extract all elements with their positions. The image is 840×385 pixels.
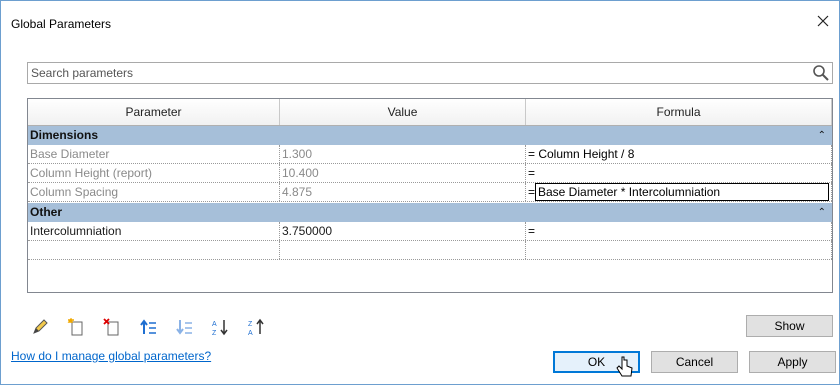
parameter-formula[interactable]: = Column Height / 8 [526,145,832,163]
edit-parameter-button[interactable] [29,317,51,337]
parameter-value: 10.400 [280,164,526,182]
move-up-button[interactable] [137,317,159,337]
close-button[interactable] [811,9,835,33]
parameter-name: Column Height (report) [28,164,280,182]
parameter-toolbar: A Z Z A [29,317,267,337]
collapse-chevron-icon[interactable]: ⌃︎ [818,126,826,145]
move-up-icon [140,319,156,334]
svg-text:Z: Z [248,321,253,328]
parameter-formula-cell[interactable]: = Base Diameter * Intercolumniation [526,183,832,201]
apply-button[interactable]: Apply [749,351,836,373]
parameter-name: Intercolumniation [28,222,280,240]
parameter-formula[interactable]: = [526,164,832,182]
delete-parameter-icon [103,318,119,336]
parameter-value[interactable]: 3.750000 [280,222,526,240]
sort-ascending-button[interactable]: A Z [209,317,231,337]
delete-parameter-button[interactable] [101,317,123,337]
column-header-value[interactable]: Value [280,99,526,125]
table-row-empty [28,241,832,260]
table-row[interactable]: Column Height (report) 10.400 = [28,164,832,183]
new-parameter-icon [67,318,83,336]
svg-text:A: A [212,321,217,328]
sort-descending-icon: Z A [248,318,264,336]
column-header-parameter[interactable]: Parameter [28,99,280,125]
parameter-name: Base Diameter [28,145,280,163]
global-parameters-dialog: Global Parameters Parameter Value Formul… [0,0,840,385]
group-header-dimensions[interactable]: Dimensions ⌃︎ [28,126,832,145]
table-row[interactable]: Base Diameter 1.300 = Column Height / 8 [28,145,832,164]
parameter-value: 1.300 [280,145,526,163]
search-input[interactable] [31,64,791,82]
sort-ascending-icon: A Z [212,320,228,336]
parameter-name: Column Spacing [28,183,280,201]
table-row[interactable]: Intercolumniation 3.750000 = [28,222,832,241]
show-button[interactable]: Show [746,315,833,337]
close-icon [817,15,829,27]
empty-cell [28,241,280,259]
grid-header: Parameter Value Formula [28,99,832,126]
column-header-formula[interactable]: Formula [526,99,832,125]
parameters-grid: Parameter Value Formula Dimensions ⌃︎ Ba… [27,98,833,293]
empty-cell [526,241,832,259]
dialog-title: Global Parameters [11,17,112,31]
search-icon[interactable] [812,64,830,82]
parameter-formula[interactable]: = [526,222,832,240]
help-link[interactable]: How do I manage global parameters? [11,349,211,363]
cancel-button[interactable]: Cancel [651,351,738,373]
move-down-icon [176,320,192,335]
svg-text:Z: Z [212,330,217,336]
group-label: Other [30,205,63,219]
formula-edit-field[interactable]: Base Diameter * Intercolumniation [535,183,829,201]
collapse-chevron-icon[interactable]: ⌃︎ [818,203,826,222]
table-row[interactable]: Column Spacing 4.875 = Base Diameter * I… [28,183,832,202]
group-header-other[interactable]: Other ⌃︎ [28,203,832,222]
parameter-value: 4.875 [280,183,526,201]
group-label: Dimensions [30,128,99,142]
new-parameter-button[interactable] [65,317,87,337]
sort-descending-button[interactable]: Z A [245,317,267,337]
search-box[interactable] [27,62,833,84]
mouse-pointer-icon [616,356,633,377]
svg-text:A: A [248,330,253,336]
edit-pencil-icon [33,319,48,334]
move-down-button[interactable] [173,317,195,337]
empty-cell [280,241,526,259]
